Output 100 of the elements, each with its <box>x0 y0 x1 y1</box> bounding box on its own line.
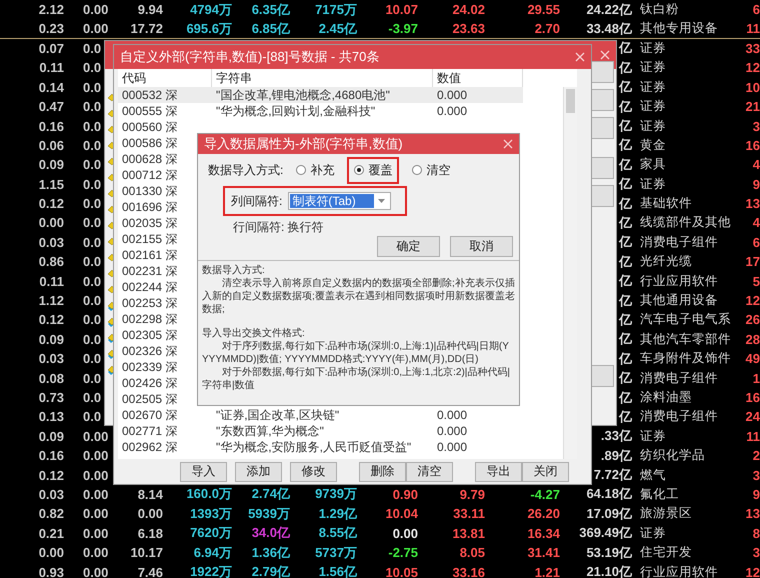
radio-option[interactable]: 清空 <box>405 156 458 184</box>
table-cell: 0.0 <box>83 390 102 405</box>
table-cell: 8.05 <box>460 545 485 560</box>
table-cell: 13 <box>746 196 760 212</box>
table-cell[interactable]: "华为概念,回购计划,金融科技" <box>212 103 433 119</box>
table-cell: 0.0 <box>83 80 102 95</box>
table-cell: 0.16 <box>38 118 64 134</box>
table-cell: 证券 <box>640 78 666 96</box>
table-cell: 车身附件及饰件 <box>640 350 731 368</box>
table-cell: 0.0 <box>83 99 102 114</box>
table-cell[interactable]: 0.000 <box>433 423 523 439</box>
table-cell[interactable]: 000560 深 <box>118 119 212 135</box>
table-cell: 0.0 <box>83 254 102 270</box>
table-cell: 0.0 <box>83 370 102 386</box>
table-cell: 0.12 <box>38 312 64 328</box>
table-cell[interactable]: 002771 深 <box>118 423 212 439</box>
table-cell: 2.12 <box>38 2 64 18</box>
table-cell: 16 <box>746 390 760 405</box>
dialog-button[interactable]: 导入 <box>180 462 227 482</box>
table-cell: 涂料油墨 <box>640 389 692 406</box>
table-cell: 33.16 <box>452 564 485 578</box>
table-cell: 证券 <box>640 98 666 116</box>
table-cell: 亿 <box>619 233 632 252</box>
table-cell[interactable]: 0.000 <box>433 407 523 423</box>
table-cell: 160.0万 <box>186 485 232 504</box>
table-cell[interactable]: 000555 深 <box>118 103 212 119</box>
table-cell: 3 <box>752 468 760 483</box>
table-cell: 6 <box>752 234 760 250</box>
table-cell: 5 <box>752 274 760 289</box>
table-cell[interactable]: "东数西算,华为概念" <box>212 423 433 439</box>
table-cell: 17.09亿 <box>586 504 632 523</box>
table-cell: 24.22亿 <box>586 0 632 19</box>
table-cell: 0.0 <box>83 60 102 76</box>
table-cell: 16 <box>746 138 760 153</box>
table-cell: 0.07 <box>38 40 64 56</box>
table-cell: 行业应用软件 <box>640 564 718 578</box>
field-label: 行间隔符: 换行符 <box>233 219 325 236</box>
dialog-button[interactable]: 导出 <box>475 462 522 482</box>
field-label: 数据导入方式: <box>208 162 284 178</box>
table-cell: 31.41 <box>527 545 560 560</box>
dialog-button[interactable]: 清空 <box>406 462 453 482</box>
table-cell[interactable]: "华为概念,安防服务,人民币贬值受益" <box>212 439 433 455</box>
table-cell[interactable]: 0.000 <box>433 103 523 119</box>
table-cell: 0.11 <box>39 274 64 289</box>
table-cell[interactable]: 000532 深 <box>118 87 212 103</box>
table-cell: 1.15 <box>38 176 64 192</box>
table-cell: 0.0 <box>83 293 102 308</box>
table-cell: 0.0 <box>83 409 102 424</box>
table-cell: 5939万 <box>248 504 290 523</box>
table-cell: 8 <box>752 526 760 541</box>
table-cell: 亿 <box>619 214 632 232</box>
table-cell: 8.14 <box>138 486 163 502</box>
table-cell: 3 <box>752 545 760 560</box>
table-cell[interactable]: 0.000 <box>433 87 523 103</box>
table-cell: 1922万 <box>190 563 232 578</box>
table-cell: 其他汽车零部件 <box>640 330 731 348</box>
table-cell: 0.0 <box>83 118 102 134</box>
table-cell: 26.20 <box>527 506 560 522</box>
dialog-button[interactable]: 关闭 <box>522 462 569 482</box>
table-cell: 证券 <box>640 524 666 542</box>
table-cell: 亿 <box>619 78 632 96</box>
dialog-button[interactable]: 删除 <box>359 462 406 482</box>
radio-option[interactable]: 覆盖 <box>347 156 400 184</box>
table-cell: 1.36亿 <box>252 544 290 562</box>
table-cell: 0.00 <box>83 564 108 578</box>
table-cell: 29.55 <box>527 2 560 18</box>
separator-dropdown[interactable]: 制表符(Tab) <box>288 192 392 210</box>
dialog-button[interactable]: 修改 <box>290 462 337 482</box>
table-cell: 钛白粉 <box>640 1 679 18</box>
table-cell: 1.21 <box>534 564 560 578</box>
table-cell: 21.10亿 <box>586 563 632 578</box>
dialog-button[interactable]: 取消 <box>450 236 513 257</box>
table-cell[interactable]: 0.000 <box>433 439 523 455</box>
table-cell: 2.45亿 <box>318 20 357 38</box>
table-cell: 亿 <box>619 117 632 136</box>
table-cell: 线缆部件及其他 <box>640 214 731 232</box>
close-icon[interactable] <box>575 52 585 62</box>
table-cell: -4.27 <box>530 486 560 502</box>
table-cell: 0.00 <box>83 468 108 483</box>
table-cell: 7175万 <box>315 0 357 19</box>
radio-option[interactable]: 补充 <box>289 156 342 184</box>
table-cell[interactable]: "证券,国企改革,区块链" <box>212 407 433 423</box>
table-cell: 10.04 <box>385 506 418 522</box>
table-cell[interactable]: 002670 深 <box>118 407 212 423</box>
table-cell: 0.12 <box>38 196 64 212</box>
table-cell: 17.72 <box>130 21 163 36</box>
window-title: 导入数据属性为-外部(字符串,数值) <box>204 135 403 153</box>
table-cell: 1393万 <box>190 504 232 523</box>
close-icon[interactable] <box>600 50 610 60</box>
dialog-button[interactable]: 添加 <box>235 462 282 482</box>
table-cell: 7.72亿 <box>594 466 632 484</box>
table-cell: 9.94 <box>138 2 163 18</box>
table-cell: 1 <box>752 370 760 386</box>
table-cell: 10 <box>746 80 760 95</box>
table-cell[interactable]: "国企改革,锂电池概念,4680电池" <box>212 87 433 103</box>
table-cell: 6.94万 <box>194 544 232 562</box>
table-cell[interactable]: 002962 深 <box>118 439 212 455</box>
table-cell: 0.73 <box>38 390 64 405</box>
dialog-button[interactable]: 确定 <box>377 236 440 257</box>
close-icon[interactable] <box>503 139 513 149</box>
